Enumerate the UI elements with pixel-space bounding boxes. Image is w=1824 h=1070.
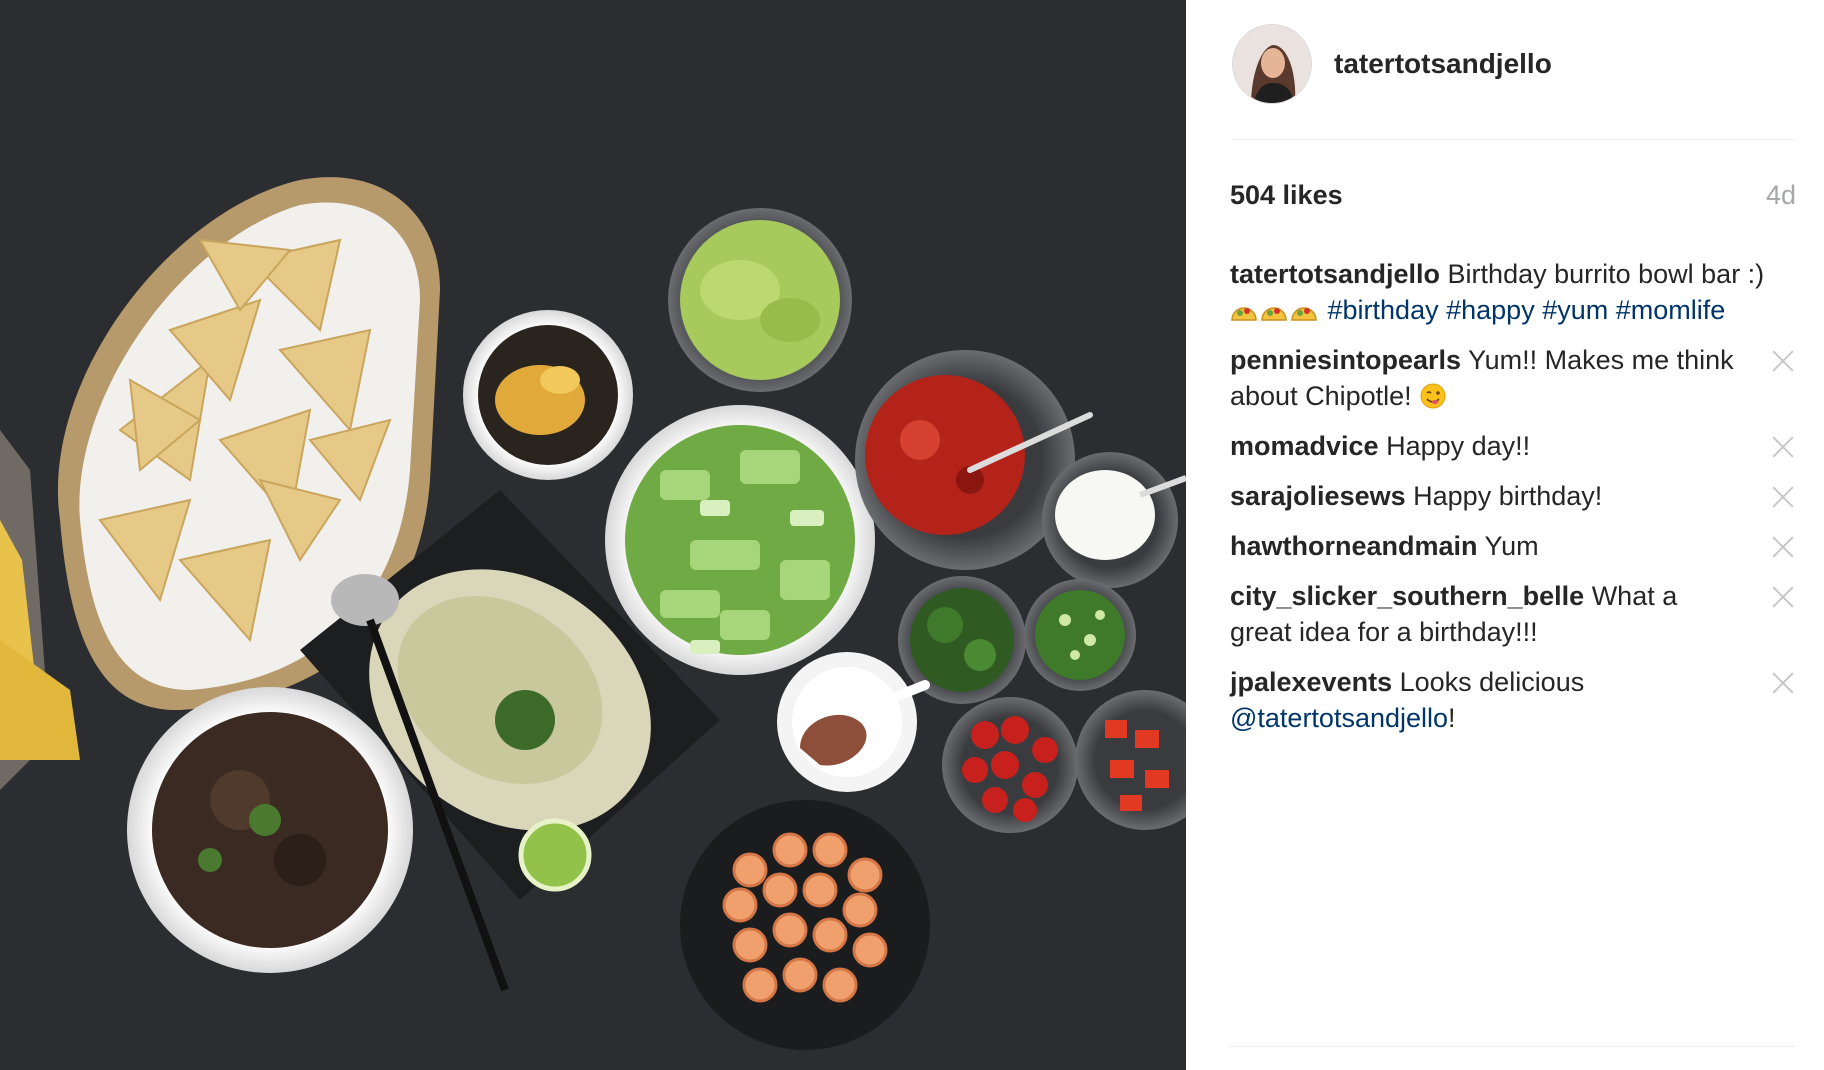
comment-text: Yum: [1484, 531, 1539, 561]
comment-text: Happy day!!: [1386, 431, 1531, 461]
comment-text: Happy birthday!: [1413, 481, 1603, 511]
hashtag-link[interactable]: #birthday: [1328, 295, 1439, 325]
post-username[interactable]: tatertotsandjello: [1334, 48, 1552, 80]
comment-text: Looks delicious: [1399, 667, 1585, 697]
mention-link[interactable]: @tatertotsandjello: [1230, 703, 1448, 733]
comment-author[interactable]: momadvice: [1230, 431, 1379, 461]
meat-bowl: [127, 687, 413, 973]
delete-comment-icon[interactable]: [1770, 348, 1796, 374]
bean-cheese-bowl: [463, 310, 633, 480]
taco-icon: [1290, 298, 1318, 324]
divider: [1230, 1046, 1796, 1047]
post-photo[interactable]: [0, 0, 1186, 1070]
delete-comment-icon[interactable]: [1770, 534, 1796, 560]
delete-comment-icon[interactable]: [1770, 434, 1796, 460]
comment-author[interactable]: hawthorneandmain: [1230, 531, 1478, 561]
food-photo-illustration: [0, 0, 1186, 1070]
delete-comment-icon[interactable]: [1770, 670, 1796, 696]
caption-author[interactable]: tatertotsandjello: [1230, 259, 1440, 289]
post-header: tatertotsandjello: [1232, 24, 1796, 140]
profile-photo-icon: [1233, 25, 1311, 103]
comment-author[interactable]: jpalexevents: [1230, 667, 1392, 697]
comment-item: hawthorneandmain Yum: [1230, 528, 1796, 564]
comment-item: penniesintopearls Yum!! Makes me think a…: [1230, 342, 1796, 414]
comment-item: jpalexevents Looks delicious @tatertotsa…: [1230, 664, 1796, 736]
hashtag-link[interactable]: #yum: [1542, 295, 1608, 325]
delete-comment-icon[interactable]: [1770, 484, 1796, 510]
comment-item: sarajoliesews Happy birthday!: [1230, 478, 1796, 514]
comments-list: tatertotsandjello Birthday burrito bowl …: [1230, 256, 1796, 750]
cherry-tomato-bowl: [942, 697, 1078, 833]
likes-count[interactable]: 504 likes: [1230, 180, 1343, 211]
guacamole-bowl: [668, 208, 852, 392]
comment-author[interactable]: city_slicker_southern_belle: [1230, 581, 1584, 611]
post-meta: 504 likes 4d: [1230, 180, 1796, 211]
caption: tatertotsandjello Birthday burrito bowl …: [1230, 256, 1796, 328]
comment-author[interactable]: penniesintopearls: [1230, 345, 1461, 375]
avatar[interactable]: [1232, 24, 1312, 104]
yum-face-icon: [1419, 382, 1447, 410]
taco-icon: [1260, 298, 1288, 324]
green-onion-bowl: [1024, 579, 1136, 691]
comment-suffix: !: [1448, 703, 1456, 733]
post-side-panel: tatertotsandjello 504 likes 4d tatertots…: [1186, 0, 1824, 1070]
hashtag-link[interactable]: #momlife: [1616, 295, 1726, 325]
comment-author[interactable]: sarajoliesews: [1230, 481, 1406, 511]
taco-icon: [1230, 298, 1258, 324]
hashtag-link[interactable]: #happy: [1446, 295, 1535, 325]
comment-item: city_slicker_southern_belle What a great…: [1230, 578, 1796, 650]
lettuce-bowl: [605, 405, 875, 675]
shrimp-plate: [680, 800, 930, 1050]
delete-comment-icon[interactable]: [1770, 584, 1796, 610]
caption-text: Birthday burrito bowl bar :): [1447, 259, 1765, 289]
comment-item: momadvice Happy day!!: [1230, 428, 1796, 464]
post-age[interactable]: 4d: [1766, 180, 1796, 211]
